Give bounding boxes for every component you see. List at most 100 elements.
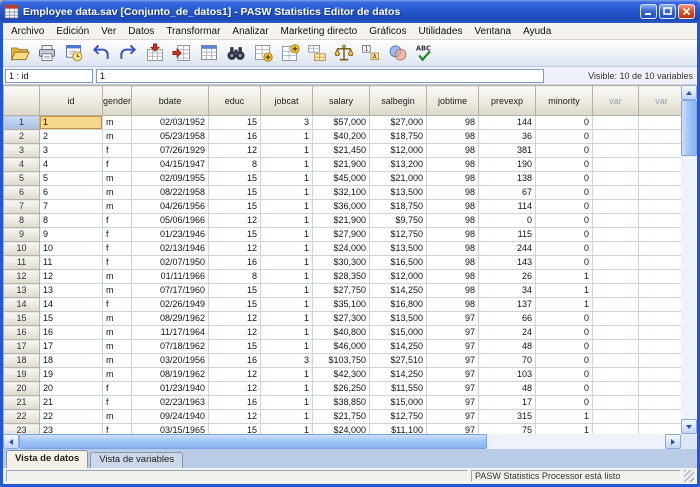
cell-empty[interactable] bbox=[639, 382, 685, 396]
cell[interactable]: 34 bbox=[479, 284, 536, 298]
selected-cell[interactable]: 1 bbox=[40, 116, 103, 130]
cell[interactable]: 11/17/1964 bbox=[132, 326, 209, 340]
cell[interactable]: $12,750 bbox=[370, 410, 427, 424]
cell[interactable]: 1 bbox=[261, 312, 313, 326]
cell[interactable]: 1 bbox=[261, 368, 313, 382]
cell[interactable]: $12,000 bbox=[370, 270, 427, 284]
cell[interactable]: 138 bbox=[479, 172, 536, 186]
row-number[interactable]: 9 bbox=[4, 228, 40, 242]
insert-variable-icon[interactable] bbox=[277, 42, 302, 65]
cell[interactable]: 12 bbox=[40, 270, 103, 284]
cell[interactable]: m bbox=[103, 284, 132, 298]
cell-empty[interactable] bbox=[639, 270, 685, 284]
cell[interactable]: 0 bbox=[536, 144, 593, 158]
cell[interactable]: $27,510 bbox=[370, 354, 427, 368]
cell[interactable]: $15,000 bbox=[370, 396, 427, 410]
cell[interactable]: m bbox=[103, 368, 132, 382]
cell[interactable]: m bbox=[103, 130, 132, 144]
column-header-gender[interactable]: gender bbox=[103, 86, 132, 116]
cell-empty[interactable] bbox=[593, 382, 639, 396]
cell-empty[interactable] bbox=[639, 228, 685, 242]
row-number[interactable]: 2 bbox=[4, 130, 40, 144]
cell[interactable]: f bbox=[103, 144, 132, 158]
column-header-jobcat[interactable]: jobcat bbox=[261, 86, 313, 116]
cell[interactable]: $18,750 bbox=[370, 200, 427, 214]
cell[interactable]: 8 bbox=[209, 270, 261, 284]
cell[interactable]: $30,300 bbox=[313, 256, 370, 270]
cell[interactable]: 12 bbox=[209, 144, 261, 158]
cell-empty[interactable] bbox=[639, 116, 685, 130]
cell-empty[interactable] bbox=[593, 340, 639, 354]
cell[interactable]: 15 bbox=[209, 340, 261, 354]
cell[interactable]: 07/26/1929 bbox=[132, 144, 209, 158]
cell[interactable]: 315 bbox=[479, 410, 536, 424]
weight-cases-icon[interactable] bbox=[331, 42, 356, 65]
cell[interactable]: 9 bbox=[40, 228, 103, 242]
cell[interactable]: 12 bbox=[209, 312, 261, 326]
cell[interactable]: $16,500 bbox=[370, 256, 427, 270]
cell[interactable]: $32,100 bbox=[313, 186, 370, 200]
cell-empty[interactable] bbox=[593, 270, 639, 284]
cell[interactable]: 1 bbox=[261, 410, 313, 424]
row-number[interactable]: 11 bbox=[4, 256, 40, 270]
cell[interactable]: 0 bbox=[536, 340, 593, 354]
cell[interactable]: 14 bbox=[40, 298, 103, 312]
cell[interactable]: f bbox=[103, 298, 132, 312]
cell-empty[interactable] bbox=[593, 200, 639, 214]
cell[interactable]: 1 bbox=[261, 256, 313, 270]
row-number[interactable]: 16 bbox=[4, 326, 40, 340]
cell[interactable]: 04/26/1956 bbox=[132, 200, 209, 214]
cell[interactable]: $27,300 bbox=[313, 312, 370, 326]
row-number[interactable]: 19 bbox=[4, 368, 40, 382]
cell[interactable]: 98 bbox=[427, 172, 479, 186]
cell[interactable]: 2 bbox=[40, 130, 103, 144]
cell[interactable]: 01/11/1966 bbox=[132, 270, 209, 284]
cell[interactable]: 8 bbox=[209, 158, 261, 172]
cell[interactable]: 20 bbox=[40, 382, 103, 396]
cell[interactable]: 6 bbox=[40, 186, 103, 200]
minimize-button[interactable] bbox=[640, 4, 657, 19]
cell[interactable]: 3 bbox=[261, 354, 313, 368]
column-header-var-11[interactable]: var bbox=[639, 86, 685, 116]
cell[interactable]: $103,750 bbox=[313, 354, 370, 368]
row-number[interactable]: 12 bbox=[4, 270, 40, 284]
cell[interactable]: $21,900 bbox=[313, 158, 370, 172]
cell[interactable]: 0 bbox=[536, 256, 593, 270]
cell-empty[interactable] bbox=[639, 214, 685, 228]
cell[interactable]: 02/07/1950 bbox=[132, 256, 209, 270]
cell[interactable]: 144 bbox=[479, 116, 536, 130]
cell-empty[interactable] bbox=[639, 256, 685, 270]
cell[interactable]: $27,900 bbox=[313, 228, 370, 242]
cell[interactable]: 0 bbox=[536, 130, 593, 144]
column-header-var-10[interactable]: var bbox=[593, 86, 639, 116]
cell[interactable]: 02/09/1955 bbox=[132, 172, 209, 186]
cell[interactable]: 26 bbox=[479, 270, 536, 284]
cell-empty[interactable] bbox=[639, 144, 685, 158]
column-header-prevexp[interactable]: prevexp bbox=[479, 86, 536, 116]
cell[interactable]: m bbox=[103, 172, 132, 186]
cell[interactable]: $21,750 bbox=[313, 410, 370, 424]
cell[interactable]: $18,750 bbox=[370, 130, 427, 144]
cell-empty[interactable] bbox=[593, 312, 639, 326]
redo-icon[interactable] bbox=[115, 42, 140, 65]
cell-empty[interactable] bbox=[639, 200, 685, 214]
cell-empty[interactable] bbox=[639, 326, 685, 340]
menu-transformar[interactable]: Transformar bbox=[160, 25, 226, 38]
vertical-scrollbar[interactable] bbox=[681, 85, 697, 434]
cell[interactable]: $46,000 bbox=[313, 340, 370, 354]
find-icon[interactable] bbox=[223, 42, 248, 65]
cell[interactable]: 12 bbox=[209, 214, 261, 228]
cell[interactable]: 114 bbox=[479, 200, 536, 214]
cell[interactable]: 1 bbox=[261, 396, 313, 410]
tab-vista-de-variables[interactable]: Vista de variables bbox=[90, 452, 183, 468]
cell[interactable]: $14,250 bbox=[370, 340, 427, 354]
cell[interactable]: 103 bbox=[479, 368, 536, 382]
split-file-icon[interactable] bbox=[304, 42, 329, 65]
cell[interactable]: 97 bbox=[427, 396, 479, 410]
cell[interactable]: 1 bbox=[261, 270, 313, 284]
cell[interactable]: $15,000 bbox=[370, 326, 427, 340]
cell[interactable]: 15 bbox=[209, 298, 261, 312]
cell[interactable]: $36,000 bbox=[313, 200, 370, 214]
cell[interactable]: 0 bbox=[536, 172, 593, 186]
cell[interactable]: 143 bbox=[479, 256, 536, 270]
